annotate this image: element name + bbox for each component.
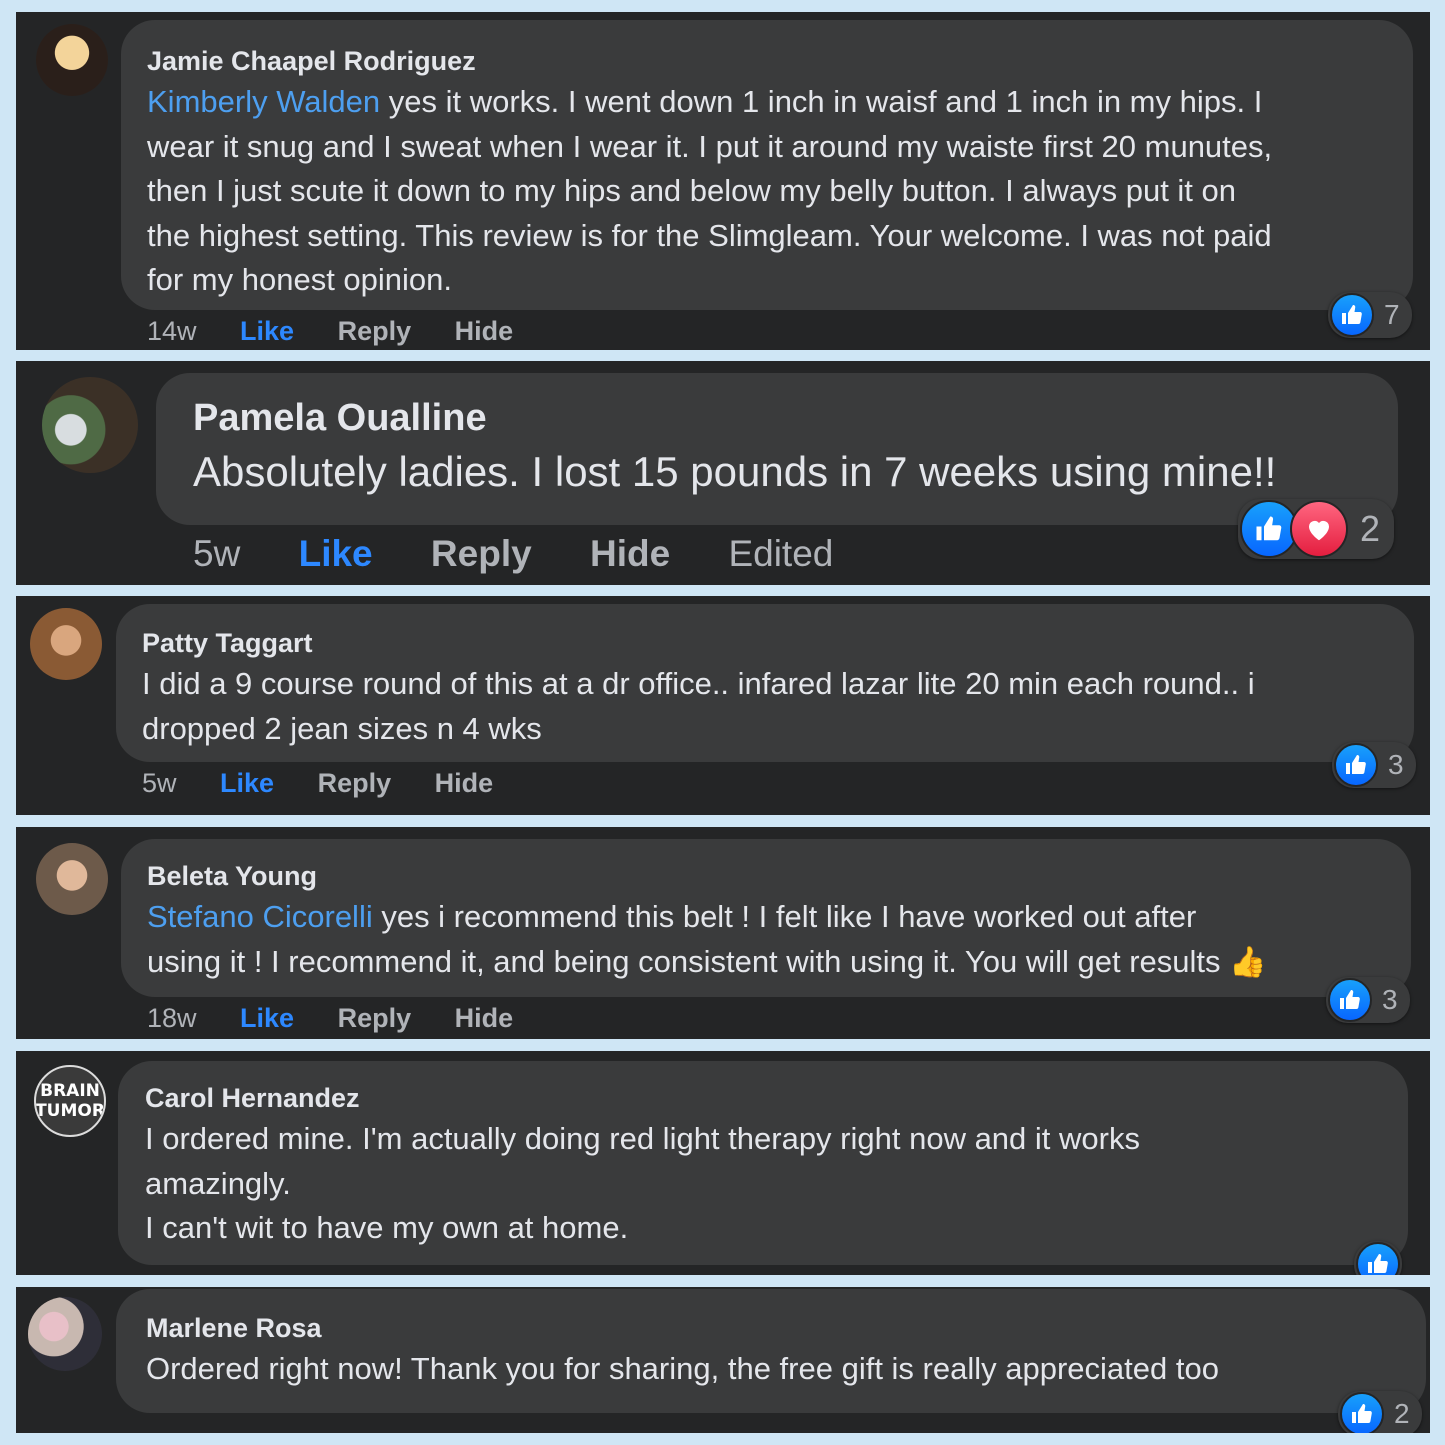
reaction-count: 2	[1394, 1398, 1410, 1429]
reaction-summary[interactable]: 3	[1332, 742, 1416, 788]
edited-label: Edited	[728, 533, 834, 574]
comment-card-6: Marlene Rosa Ordered right now! Thank yo…	[16, 1287, 1430, 1433]
comment-text: I did a 9 course round of this at a dr o…	[142, 666, 1255, 746]
hide-button[interactable]: Hide	[455, 316, 514, 347]
comment-card-1: Jamie Chaapel Rodriguez Kimberly Walden …	[16, 12, 1430, 350]
comment-timestamp[interactable]: 5w	[193, 533, 240, 575]
like-button[interactable]: Like	[240, 1003, 294, 1034]
comment-timestamp[interactable]: 14w	[147, 316, 197, 347]
reaction-count: 2	[1360, 508, 1381, 549]
thumbs-up-emoji-icon: 👍	[1229, 945, 1267, 979]
comment-card-2: Pamela Oualline Absolutely ladies. I los…	[16, 361, 1430, 585]
avatar[interactable]: BRAIN TUMOR	[34, 1065, 106, 1137]
comment-text: Kimberly Walden yes it works. I went dow…	[147, 84, 1273, 297]
like-button[interactable]: Like	[299, 533, 373, 575]
reply-button[interactable]: Reply	[318, 768, 392, 799]
mention-link[interactable]: Kimberly Walden	[147, 84, 380, 119]
comment-actions: 14w Like Reply Hide	[147, 316, 513, 347]
hide-button[interactable]: Hide	[455, 1003, 514, 1034]
hide-button[interactable]: Hide	[435, 768, 494, 799]
comment-author[interactable]: Carol Hernandez	[145, 1083, 1388, 1114]
comment-actions: 5w Like Reply Hide	[142, 768, 493, 799]
comment-author[interactable]: Marlene Rosa	[146, 1313, 1406, 1344]
comment-text: I ordered mine. I'm actually doing red l…	[145, 1121, 1140, 1245]
like-button[interactable]: Like	[240, 316, 294, 347]
comment-bubble: Beleta Young Stefano Cicorelli yes i rec…	[121, 839, 1411, 997]
comment-timestamp[interactable]: 18w	[147, 1003, 197, 1034]
comment-author[interactable]: Patty Taggart	[142, 628, 1394, 659]
comment-text: Absolutely ladies. I lost 15 pounds in 7…	[193, 448, 1277, 495]
avatar[interactable]	[36, 24, 108, 96]
like-reaction-icon	[1334, 743, 1378, 787]
comment-author[interactable]: Pamela Oualline	[193, 397, 1378, 440]
comment-card-5: BRAIN TUMOR Carol Hernandez I ordered mi…	[16, 1051, 1430, 1275]
like-reaction-icon	[1356, 1242, 1400, 1275]
comment-bubble: Patty Taggart I did a 9 course round of …	[116, 604, 1414, 762]
hide-button[interactable]: Hide	[590, 533, 670, 575]
reply-button[interactable]: Reply	[338, 1003, 412, 1034]
reaction-count: 3	[1382, 984, 1398, 1015]
comment-text: Ordered right now! Thank you for sharing…	[146, 1351, 1219, 1386]
reaction-count: 7	[1384, 299, 1400, 330]
like-reaction-icon	[1340, 1392, 1384, 1433]
comment-timestamp[interactable]: 5w	[142, 768, 177, 799]
avatar[interactable]	[36, 843, 108, 915]
comment-bubble: Carol Hernandez I ordered mine. I'm actu…	[118, 1061, 1408, 1265]
comment-actions: 5w Like Reply Hide Edited	[193, 533, 833, 575]
comment-bubble: Marlene Rosa Ordered right now! Thank yo…	[116, 1289, 1426, 1413]
comment-text: Stefano Cicorelli yes i recommend this b…	[147, 899, 1267, 979]
reaction-count: 3	[1388, 749, 1404, 780]
comment-card-4: Beleta Young Stefano Cicorelli yes i rec…	[16, 827, 1430, 1039]
reaction-summary[interactable]: 3	[1326, 977, 1410, 1023]
avatar[interactable]	[30, 608, 102, 680]
comment-actions: 18w Like Reply Hide	[147, 1003, 513, 1034]
like-reaction-icon	[1330, 293, 1374, 337]
comment-bubble: Pamela Oualline Absolutely ladies. I los…	[156, 373, 1398, 525]
comment-author[interactable]: Jamie Chaapel Rodriguez	[147, 46, 1393, 77]
comment-author[interactable]: Beleta Young	[147, 861, 1391, 892]
reaction-summary[interactable]: 7	[1328, 292, 1412, 338]
like-reaction-icon	[1328, 978, 1372, 1022]
mention-link[interactable]: Stefano Cicorelli	[147, 899, 373, 934]
reaction-summary[interactable]	[1354, 1241, 1402, 1275]
avatar[interactable]	[42, 377, 138, 473]
reaction-summary[interactable]: 2	[1238, 499, 1395, 559]
comment-bubble: Jamie Chaapel Rodriguez Kimberly Walden …	[121, 20, 1413, 310]
like-button[interactable]: Like	[220, 768, 274, 799]
avatar[interactable]	[28, 1297, 102, 1371]
love-reaction-icon	[1290, 500, 1348, 558]
reply-button[interactable]: Reply	[431, 533, 532, 575]
reaction-summary[interactable]: 2	[1338, 1391, 1422, 1433]
comment-card-3: Patty Taggart I did a 9 course round of …	[16, 596, 1430, 815]
reply-button[interactable]: Reply	[338, 316, 412, 347]
